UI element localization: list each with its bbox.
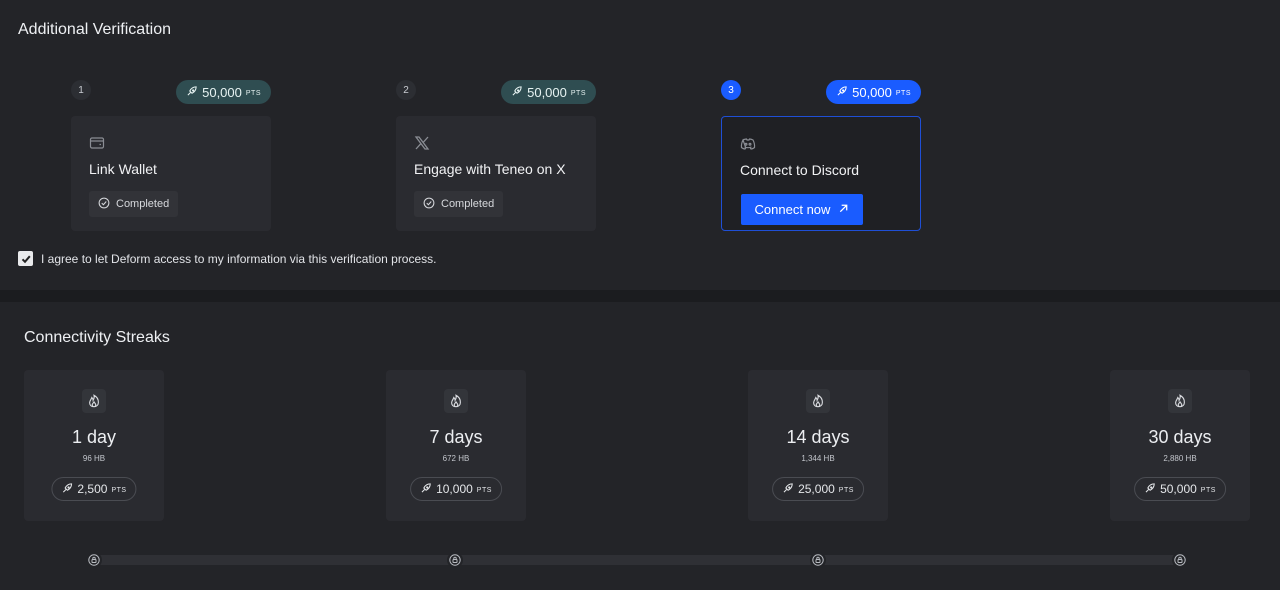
rocket-icon — [61, 482, 73, 497]
points-value: 50,000 — [527, 84, 567, 100]
points-unit: PTS — [111, 487, 127, 494]
connectivity-streaks-section: Connectivity Streaks 1 day 96 HB 2,500 P… — [0, 302, 1280, 590]
agree-label: I agree to let Deform access to my infor… — [41, 251, 437, 266]
rocket-icon — [836, 85, 848, 100]
step-card: Link Wallet Completed — [71, 116, 271, 231]
fire-icon — [82, 389, 106, 413]
points-unit: PTS — [895, 90, 911, 97]
section-title-additional-verification: Additional Verification — [18, 21, 171, 38]
step-title: Connect to Discord — [740, 162, 860, 178]
points-unit: PTS — [476, 487, 492, 494]
x-logo-icon — [414, 135, 430, 151]
completed-status: Completed — [414, 191, 504, 217]
check-circle-icon — [423, 197, 435, 212]
streak-heartbeats: 672 HB — [442, 454, 470, 463]
wallet-icon — [89, 135, 105, 151]
additional-verification-section: Additional Verification 1 50,000 PTS Lin… — [0, 0, 1280, 290]
streak-days: 30 days — [1148, 427, 1212, 447]
fire-icon — [806, 389, 830, 413]
points-unit: PTS — [245, 90, 261, 97]
streak-heartbeats: 2,880 HB — [1163, 454, 1197, 463]
rocket-icon — [782, 482, 794, 497]
completed-label: Completed — [441, 198, 495, 210]
agree-consent[interactable]: I agree to let Deform access to my infor… — [18, 251, 437, 266]
step-title: Engage with Teneo on X — [414, 161, 566, 177]
streak-card-1-day: 1 day 96 HB 2,500 PTS — [24, 370, 164, 521]
points-unit: PTS — [1200, 487, 1216, 494]
agree-checkbox[interactable] — [18, 251, 33, 266]
rocket-icon — [420, 482, 432, 497]
rocket-icon — [186, 85, 198, 100]
points-value: 50,000 — [852, 84, 892, 100]
points-unit: PTS — [838, 487, 854, 494]
lock-icon — [810, 552, 826, 568]
step-card: Connect to Discord Connect now — [721, 116, 921, 231]
step-title: Link Wallet — [89, 161, 157, 177]
section-title-connectivity-streaks: Connectivity Streaks — [24, 329, 170, 346]
verification-step-engage-x: 2 50,000 PTS Engage with Teneo on X Comp… — [396, 80, 596, 232]
step-number: 1 — [71, 80, 91, 100]
streak-days: 7 days — [429, 427, 483, 447]
verification-step-discord: 3 50,000 PTS Connect to Discord Connect … — [721, 80, 921, 232]
streak-days: 1 day — [71, 427, 117, 447]
streak-points-badge: 50,000 PTS — [1134, 477, 1226, 501]
points-badge: 50,000 PTS — [501, 80, 596, 104]
streak-card-7-days: 7 days 672 HB 10,000 PTS — [386, 370, 526, 521]
points-unit: PTS — [570, 90, 586, 97]
lock-icon — [86, 552, 102, 568]
connect-now-label: Connect now — [754, 202, 831, 217]
lock-icon — [1172, 552, 1188, 568]
section-divider — [0, 290, 1280, 302]
rocket-icon — [1144, 482, 1156, 497]
step-number: 2 — [396, 80, 416, 100]
points-value: 50,000 — [202, 84, 242, 100]
discord-icon — [740, 136, 756, 152]
streak-heartbeats: 1,344 HB — [801, 454, 835, 463]
streak-heartbeats: 96 HB — [82, 454, 106, 463]
streak-progress-track — [94, 555, 1180, 565]
points-badge: 50,000 PTS — [176, 80, 271, 104]
connect-now-button[interactable]: Connect now — [741, 194, 863, 225]
points-badge: 50,000 PTS — [826, 80, 921, 104]
streak-days: 14 days — [786, 427, 850, 447]
fire-icon — [444, 389, 468, 413]
completed-label: Completed — [116, 198, 170, 210]
streak-points-badge: 25,000 PTS — [772, 477, 864, 501]
arrow-up-right-icon — [838, 202, 849, 217]
rocket-icon — [511, 85, 523, 100]
streak-points-badge: 2,500 PTS — [51, 477, 137, 501]
lock-icon — [447, 552, 463, 568]
streak-points-badge: 10,000 PTS — [410, 477, 502, 501]
streak-card-30-days: 30 days 2,880 HB 50,000 PTS — [1110, 370, 1250, 521]
fire-icon — [1168, 389, 1192, 413]
points-value: 50,000 — [1160, 482, 1197, 496]
step-number: 3 — [721, 80, 741, 100]
check-circle-icon — [98, 197, 110, 212]
page: Additional Verification 1 50,000 PTS Lin… — [0, 0, 1280, 590]
points-value: 10,000 — [436, 482, 473, 496]
points-value: 2,500 — [77, 482, 108, 496]
step-card: Engage with Teneo on X Completed — [396, 116, 596, 231]
streak-card-14-days: 14 days 1,344 HB 25,000 PTS — [748, 370, 888, 521]
completed-status: Completed — [89, 191, 179, 217]
points-value: 25,000 — [798, 482, 835, 496]
verification-step-link-wallet: 1 50,000 PTS Link Wallet Completed — [71, 80, 271, 232]
